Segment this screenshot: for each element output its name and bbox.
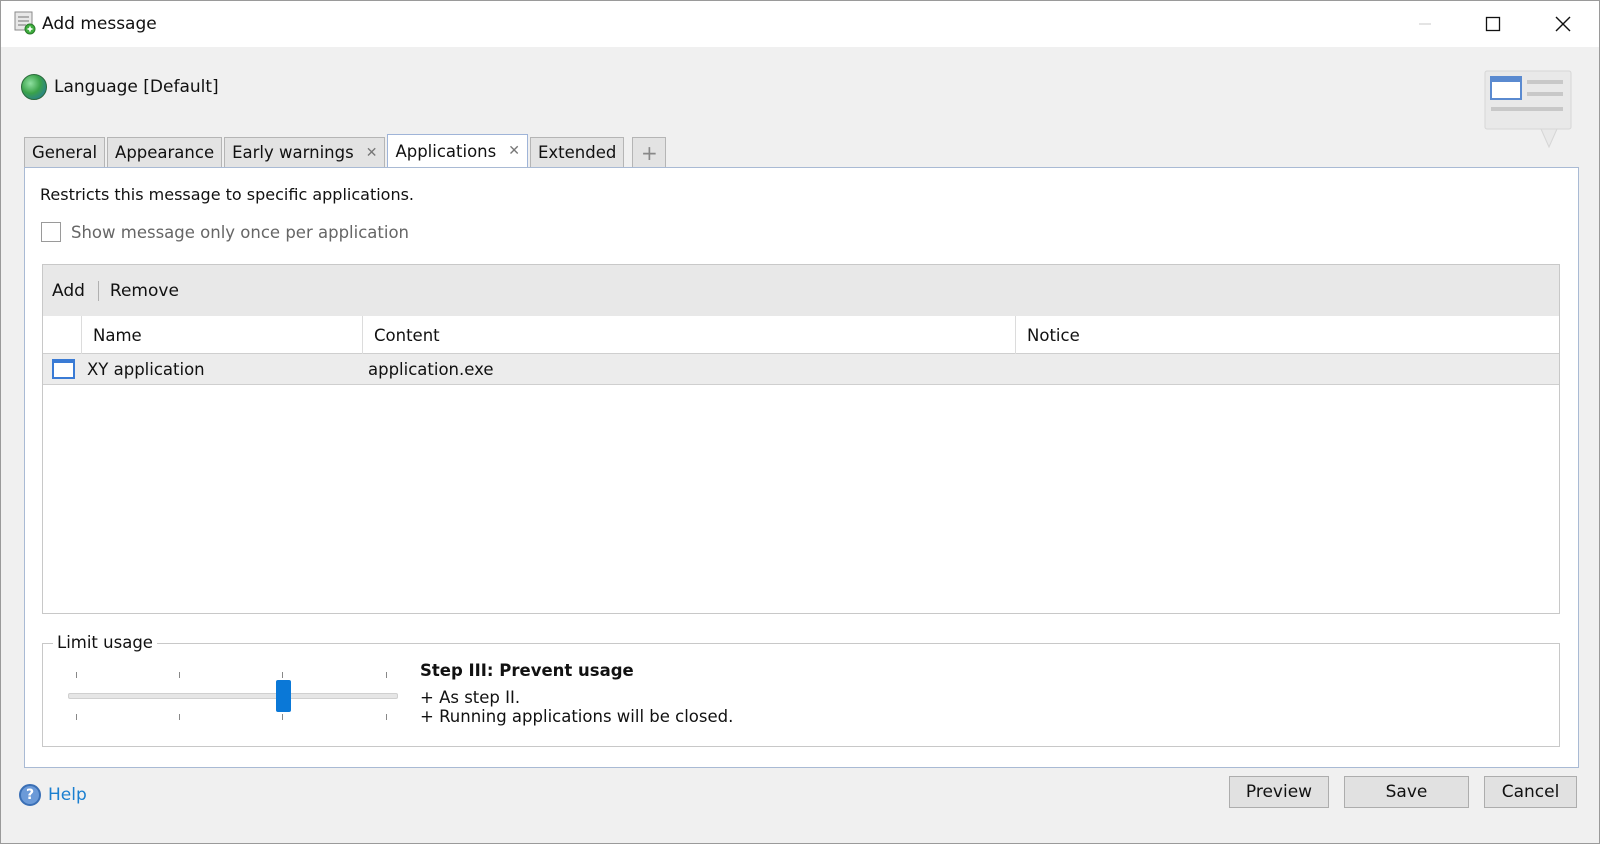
message-preview-icon [1484, 70, 1572, 149]
step-line: + Running applications will be closed. [420, 707, 734, 726]
show-once-label: Show message only once per application [71, 222, 410, 242]
tab-close-icon[interactable]: ✕ [508, 143, 520, 159]
tab-label: Extended [537, 143, 617, 162]
slider-tick [386, 714, 387, 720]
limit-usage-slider[interactable] [68, 666, 398, 726]
tab-label: Early warnings [232, 143, 354, 162]
window-title: Add message [42, 14, 157, 34]
header-name[interactable]: Name [81, 316, 362, 354]
help-icon: ? [19, 784, 41, 806]
tab-extended[interactable]: Extended [529, 137, 625, 167]
grid-toolbar: Add Remove [43, 265, 1559, 316]
applications-panel: Restricts this message to specific appli… [24, 167, 1579, 768]
grid-header: Name Content Notice [43, 316, 1559, 354]
table-row[interactable]: XY application application.exe [43, 354, 1559, 385]
title-bar: Add message [1, 1, 1599, 47]
header-content[interactable]: Content [362, 316, 1015, 354]
tab-strip: General Appearance Early warnings ✕ Appli… [24, 134, 668, 167]
header-notice[interactable]: Notice [1015, 316, 1559, 354]
step-title: Step III: Prevent usage [420, 661, 634, 680]
tab-early-warnings[interactable]: Early warnings ✕ [224, 137, 386, 167]
row-name: XY application [87, 360, 205, 379]
close-icon [1555, 16, 1571, 32]
slider-track [68, 693, 398, 699]
cancel-button[interactable]: Cancel [1484, 776, 1577, 808]
applications-grid: Add Remove Name Content Notice XY applic… [42, 264, 1560, 614]
maximize-icon [1485, 16, 1501, 32]
step-line: + As step II. [420, 688, 521, 707]
slider-tick [76, 672, 77, 678]
tab-applications[interactable]: Applications ✕ [387, 134, 528, 167]
plus-icon: + [640, 140, 658, 165]
maximize-button[interactable] [1459, 1, 1527, 47]
toolbar-separator [97, 280, 99, 301]
message-add-icon [14, 11, 36, 35]
slider-tick [386, 672, 387, 678]
tab-general[interactable]: General [24, 137, 106, 167]
slider-tick [179, 714, 180, 720]
tab-close-icon[interactable]: ✕ [366, 145, 378, 161]
tab-appearance[interactable]: Appearance [107, 137, 223, 167]
limit-usage-label: Limit usage [53, 633, 157, 652]
show-once-checkbox[interactable] [41, 222, 61, 242]
panel-description: Restricts this message to specific appli… [40, 185, 415, 204]
globe-icon [21, 74, 47, 100]
tab-label: General [32, 143, 98, 162]
window-icon [52, 359, 75, 379]
show-once-checkbox-row[interactable]: Show message only once per application [41, 222, 409, 242]
help-label: Help [48, 785, 87, 805]
slider-thumb[interactable] [276, 680, 291, 712]
add-message-dialog: Add message Language [Default] General A… [0, 0, 1600, 844]
tab-label: Appearance [115, 143, 215, 162]
add-tab-button[interactable]: + [632, 137, 667, 167]
language-label: Language [Default] [54, 77, 219, 97]
header-icon-column [43, 316, 81, 354]
remove-button[interactable]: Remove [110, 281, 179, 301]
minimize-icon [1419, 23, 1431, 25]
minimize-button[interactable] [1391, 1, 1459, 47]
slider-tick [76, 714, 77, 720]
slider-tick [179, 672, 180, 678]
tab-label: Applications [395, 141, 497, 161]
help-link[interactable]: ? Help [19, 784, 87, 806]
slider-tick [282, 672, 283, 678]
language-selector[interactable]: Language [Default] [21, 74, 219, 100]
add-button[interactable]: Add [52, 281, 85, 301]
close-button[interactable] [1529, 1, 1597, 47]
row-content: application.exe [368, 360, 494, 379]
limit-usage-group: Limit usage Step III: Prevent usage + As… [42, 633, 1560, 747]
save-button[interactable]: Save [1344, 776, 1469, 808]
preview-button[interactable]: Preview [1229, 776, 1329, 808]
slider-tick [282, 714, 283, 720]
